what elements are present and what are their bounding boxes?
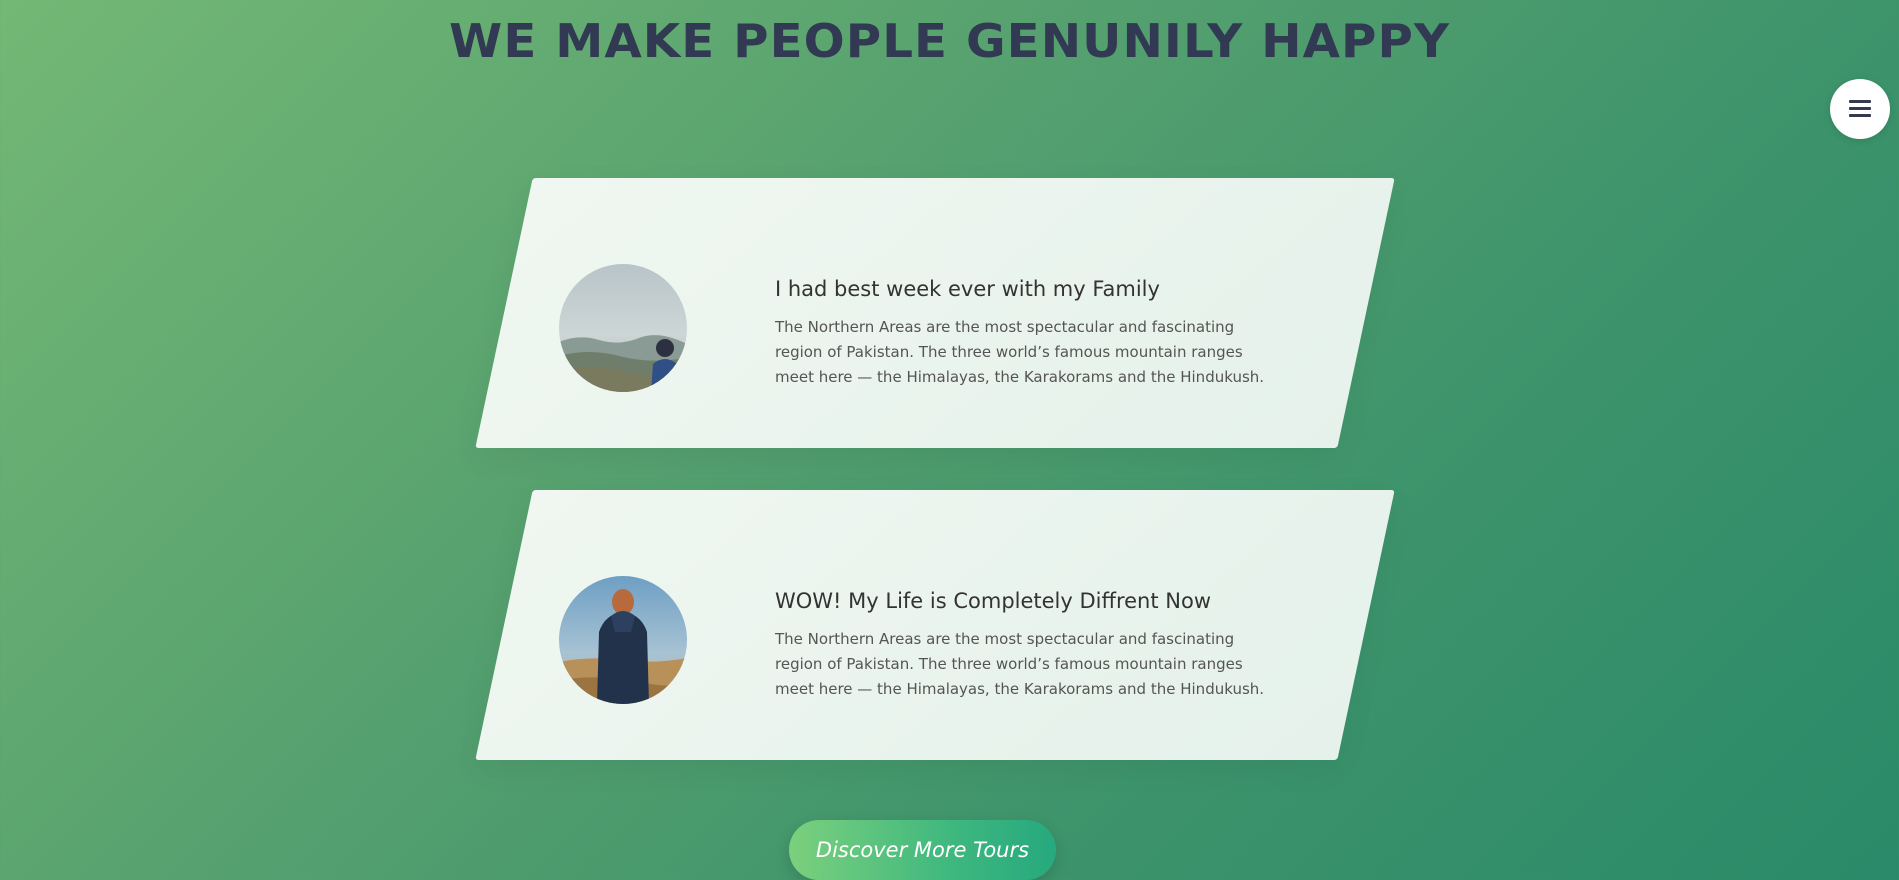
hamburger-icon: [1849, 100, 1871, 118]
story-text: The Northern Areas are the most spectacu…: [775, 318, 1265, 386]
story-card: WOW! My Life is Completely Diffrent Now …: [475, 490, 1395, 760]
story-title: I had best week ever with my Family: [775, 277, 1160, 301]
avatar: [559, 576, 687, 704]
story-text: The Northern Areas are the most spectacu…: [775, 630, 1265, 698]
story-title: WOW! My Life is Completely Diffrent Now: [775, 589, 1212, 613]
story-card: I had best week ever with my Family The …: [475, 178, 1395, 448]
avatar: [559, 264, 687, 392]
discover-tours-button[interactable]: Discover More Tours: [789, 820, 1056, 880]
page-title: WE MAKE PEOPLE GENUNILY HAPPY: [449, 14, 1450, 68]
menu-button[interactable]: [1830, 79, 1890, 139]
